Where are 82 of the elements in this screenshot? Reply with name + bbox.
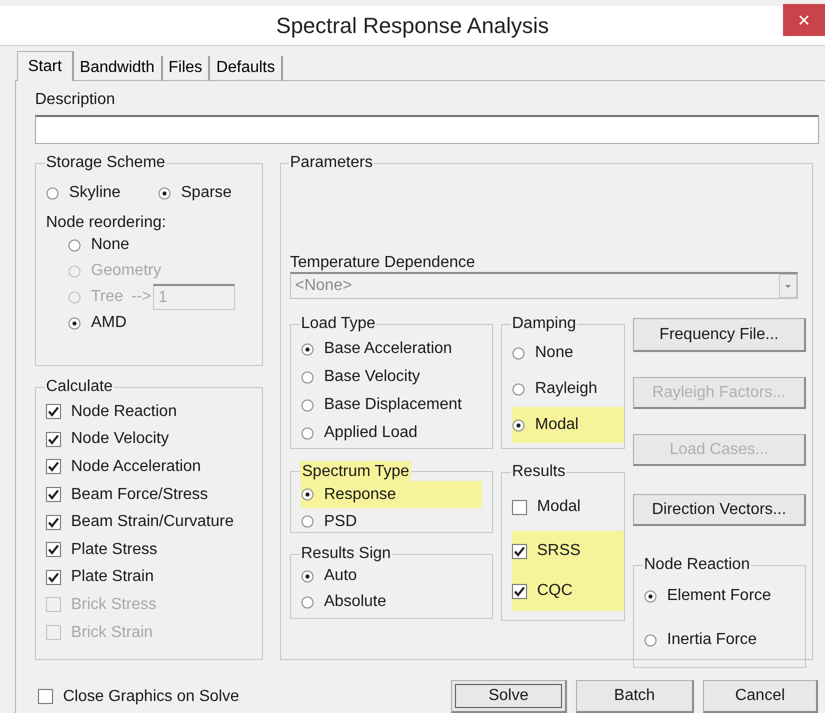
group-title: Parameters (289, 154, 374, 172)
option-label: Geometry (91, 262, 162, 280)
radio-button[interactable] (301, 570, 314, 582)
radio-button[interactable] (644, 634, 657, 646)
radio-button[interactable] (301, 515, 314, 528)
temperature-label: Temperature Dependence (290, 254, 476, 272)
checkbox[interactable] (512, 584, 527, 598)
close-button[interactable]: ✕ (783, 4, 825, 36)
dialog-button[interactable]: Frequency File... (633, 318, 806, 352)
radio-button[interactable] (68, 316, 81, 330)
option-label: Plate Strain (71, 568, 154, 586)
option-label: Base Displacement (324, 396, 462, 414)
option-label: Beam Force/Stress (71, 486, 208, 504)
option-label: Node Velocity (71, 430, 169, 448)
option-label: Modal (535, 416, 579, 434)
radio-button[interactable] (46, 186, 59, 200)
radio-button[interactable] (301, 398, 314, 412)
radio-button[interactable] (512, 418, 525, 432)
option-label: SRSS (537, 542, 581, 560)
dialog-button[interactable]: Batch (576, 680, 694, 713)
radio-button[interactable] (158, 186, 171, 200)
checkbox[interactable] (46, 432, 61, 447)
option-label: Tree (91, 288, 124, 306)
group-title: Node Reaction (643, 556, 751, 574)
checkbox[interactable] (38, 689, 53, 704)
group-title: Calculate (45, 378, 114, 396)
radio-button[interactable] (301, 342, 314, 356)
tab[interactable]: Start (17, 51, 74, 81)
radio-button[interactable] (301, 488, 314, 501)
option-label: Auto (324, 567, 357, 585)
option-label: Node Reaction (71, 402, 177, 421)
checkbox[interactable] (46, 514, 61, 530)
option-label: Brick Strain (71, 624, 153, 642)
checkbox[interactable] (512, 500, 527, 514)
description-field[interactable] (35, 115, 819, 144)
option-label: None (91, 236, 130, 254)
option-label: Brick Stress (71, 596, 156, 614)
dialog-button[interactable]: Solve (451, 680, 567, 713)
option-label: None (535, 344, 574, 362)
radio-button[interactable] (301, 426, 314, 440)
group-title: Damping (511, 315, 578, 333)
option-label: Rayleigh (535, 380, 598, 398)
option-label: Node Acceleration (71, 458, 201, 476)
radio-button[interactable] (512, 346, 525, 360)
arrow-text: --> (131, 288, 152, 306)
checkbox[interactable] (46, 487, 61, 502)
option-label: Response (324, 486, 396, 504)
option-label: PSD (324, 512, 357, 530)
radio-button[interactable] (644, 590, 657, 602)
option-label: Close Graphics on Solve (63, 688, 240, 706)
option-label: Base Acceleration (324, 340, 452, 358)
group-title: Results (511, 463, 566, 481)
radio-button[interactable] (301, 370, 314, 384)
checkbox[interactable] (46, 542, 61, 558)
checkbox[interactable] (512, 544, 527, 558)
dialog-button[interactable]: Cancel (703, 680, 818, 713)
option-label: Element Force (667, 587, 772, 605)
description-label: Description (35, 91, 116, 109)
checkbox[interactable] (46, 404, 61, 420)
option-label: Applied Load (324, 424, 418, 442)
node-reordering-label: Node reordering: (46, 214, 168, 232)
checkbox[interactable] (46, 570, 61, 585)
radio-button[interactable] (512, 382, 525, 396)
group-title: Load Type (300, 315, 376, 333)
option-label: Beam Strain/Curvature (71, 513, 234, 532)
option-label: Plate Stress (71, 540, 158, 559)
option-label: CQC (537, 582, 573, 600)
checkbox[interactable] (46, 459, 61, 474)
group-title: Spectrum Type (300, 461, 412, 481)
group-title: Results Sign (300, 545, 392, 563)
option-label: Sparse (181, 184, 232, 202)
option-label: Modal (537, 498, 581, 516)
window-title: Spectral Response Analysis (276, 12, 549, 38)
group-title: Storage Scheme (45, 154, 166, 172)
option-label: Inertia Force (667, 631, 757, 649)
option-label: Base Velocity (324, 368, 420, 386)
option-label: Absolute (324, 593, 386, 611)
radio-button[interactable] (301, 596, 314, 608)
radio-button[interactable] (68, 238, 81, 252)
option-label: AMD (91, 314, 127, 332)
option-label: Skyline (69, 184, 121, 202)
dialog-button[interactable]: Direction Vectors... (633, 494, 806, 526)
